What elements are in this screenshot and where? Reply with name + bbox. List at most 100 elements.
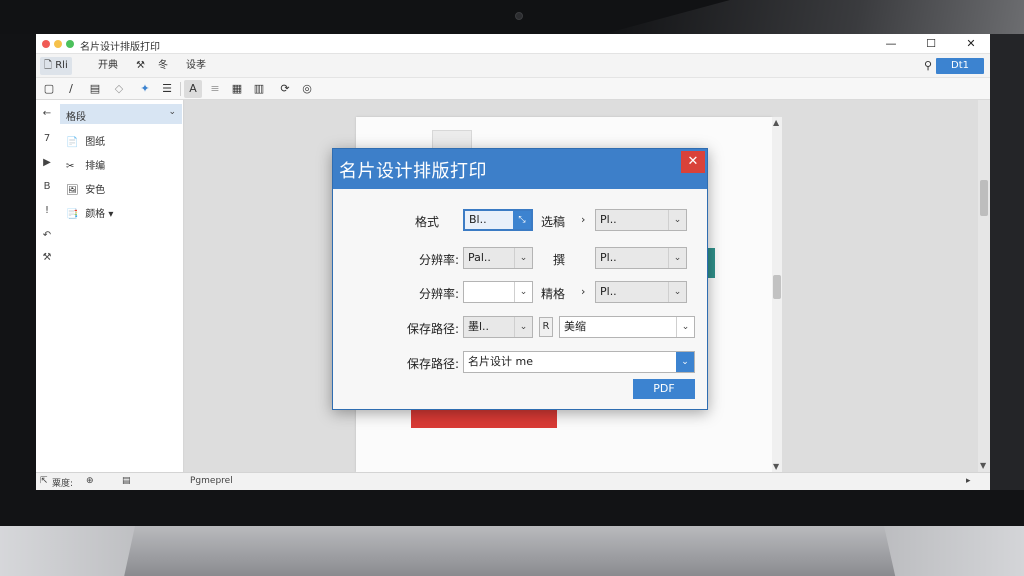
spec-select[interactable]: Pl.. ⌄ <box>595 281 687 303</box>
scroll-up-icon[interactable]: ▲ <box>773 118 779 127</box>
chevron-down-icon[interactable]: ⌄ <box>676 317 694 337</box>
workspace-scrollbar[interactable]: ▼ <box>978 100 990 472</box>
option-select[interactable]: Pl.. ⌄ <box>595 247 687 269</box>
sidebar-item-label: 颜格 ▾ <box>85 209 114 220</box>
menu-item-label: Rli <box>55 60 68 71</box>
menu-item-file[interactable]: 🗋 Rli <box>40 57 72 75</box>
print-layout-dialog: 名片设计排版打印 ✕ 格式 Bl.. ⤡ 选稿 › Pl.. ⌄ 分辨率: Pa… <box>332 148 708 410</box>
expand-icon[interactable]: ⤡ <box>513 211 531 229</box>
monitor-bezel-right <box>990 34 1024 494</box>
chevron-down-icon[interactable]: ⌄ <box>668 210 686 230</box>
table-icon[interactable]: ▥ <box>250 80 268 98</box>
page-scrollbar-thumb[interactable] <box>773 275 781 299</box>
chevron-down-icon[interactable]: ⌄ <box>514 282 532 302</box>
login-button[interactable]: Dt1 <box>936 58 984 74</box>
monitor-bezel-left <box>0 34 36 494</box>
source-select[interactable]: Pl.. ⌄ <box>595 209 687 231</box>
grid-icon[interactable]: ▦ <box>228 80 246 98</box>
resolution-label: 分辨率: <box>418 287 459 301</box>
scroll-down-icon[interactable]: ▼ <box>980 461 986 470</box>
menu-item-view[interactable]: 冬 <box>154 57 172 75</box>
pages-icon: 📑 <box>66 209 79 220</box>
browse-button[interactable]: R <box>539 317 553 337</box>
menu-item-settings[interactable]: 设孝 <box>182 57 210 75</box>
minimize-button[interactable]: — <box>880 36 902 52</box>
status-page-label: Pgmeprel <box>190 476 233 486</box>
sidebar-item-layout[interactable]: ✂ 排编 <box>66 157 105 172</box>
back-arrow-icon[interactable]: ← <box>36 108 58 119</box>
chevron-down-icon[interactable]: ⌄ <box>676 352 694 372</box>
monitor-stand-right <box>884 526 1024 576</box>
text-icon[interactable]: A <box>184 80 202 98</box>
expand-arrow-icon[interactable]: ▶ <box>36 157 58 168</box>
document-icon[interactable]: ▤ <box>86 80 104 98</box>
chevron-right-icon: › <box>581 213 586 226</box>
toolbar: ▢ ∕ ▤ ◇ ✦ ☰ A ≡ ▦ ▥ ⟳ ◎ <box>36 78 990 100</box>
sidebar-item-color[interactable]: 🖼 安色 <box>66 181 105 196</box>
undo-icon[interactable]: ↶ <box>36 230 58 241</box>
pin-icon[interactable]: ✦ <box>136 80 154 98</box>
resolution-label: 分辨率: <box>418 253 459 267</box>
dialog-body: 格式 Bl.. ⤡ 选稿 › Pl.. ⌄ 分辨率: Pal.. ⌄ 撰 Pl.… <box>333 189 707 409</box>
sidebar-header[interactable]: 格段 ⌄ <box>60 104 182 124</box>
chevron-down-icon[interactable]: ⌄ <box>514 248 532 268</box>
close-button[interactable]: ✕ <box>960 36 982 52</box>
sidebar-item-paper[interactable]: 📄 图纸 <box>66 133 105 148</box>
chevron-down-icon[interactable]: ⌄ <box>168 107 176 117</box>
tools-icon: ⚒ <box>136 60 145 71</box>
format-label: 格式 <box>414 215 439 229</box>
source-select-value: Pl.. <box>600 213 617 226</box>
format-select[interactable]: Bl.. ⤡ <box>463 209 533 231</box>
style-select[interactable]: 美缩 ⌄ <box>559 316 695 338</box>
align-icon[interactable]: ☰ <box>158 80 176 98</box>
zoom-icon[interactable]: ⊕ <box>86 476 94 486</box>
webcam <box>515 12 523 20</box>
menu-bar: 🗋 Rli 开典 ⚒ 冬 设孝 ⚲ Dt1 <box>36 54 990 78</box>
resolution-select-value: Pal.. <box>468 251 491 264</box>
scroll-right-icon[interactable]: ▸ <box>966 476 971 486</box>
chevron-down-icon[interactable]: ⌄ <box>668 248 686 268</box>
scroll-down-icon[interactable]: ▼ <box>773 462 779 471</box>
pen-icon[interactable]: ∕ <box>62 80 80 98</box>
toolbar-separator <box>180 82 181 96</box>
card-shape-red[interactable] <box>411 408 557 428</box>
close-dot-icon[interactable] <box>42 40 50 48</box>
clock-icon[interactable]: ◎ <box>298 80 316 98</box>
monitor-chin <box>0 490 1024 526</box>
resolution-select-2[interactable]: ⌄ <box>463 281 533 303</box>
chevron-down-icon[interactable]: ⌄ <box>514 317 532 337</box>
image-icon: 🖼 <box>66 185 79 196</box>
format-select-value: Bl.. <box>469 213 487 226</box>
option-select-value: Pl.. <box>600 251 617 264</box>
minimize-dot-icon[interactable] <box>54 40 62 48</box>
paper-icon: 📄 <box>66 137 79 148</box>
zoom-dot-icon[interactable] <box>66 40 74 48</box>
page-icon[interactable]: ▤ <box>122 476 131 486</box>
dialog-title-bar: 名片设计排版打印 ✕ <box>333 149 707 189</box>
save-location-select[interactable]: 墨l.. ⌄ <box>463 316 533 338</box>
chevron-down-icon[interactable]: ⌄ <box>668 282 686 302</box>
sidebar-item-label: 图纸 <box>85 137 106 148</box>
sidebar-item-format[interactable]: 📑 颜格 ▾ <box>66 205 113 220</box>
monitor-stand-left <box>0 526 135 576</box>
new-page-icon[interactable]: ▢ <box>40 80 58 98</box>
diamond-icon[interactable]: ◇ <box>110 80 128 98</box>
maximize-button[interactable]: ☐ <box>920 36 942 52</box>
sidebar-gutter-label: ! <box>44 205 49 216</box>
resolution-select[interactable]: Pal.. ⌄ <box>463 247 533 269</box>
export-pdf-button[interactable]: PDF <box>633 379 695 399</box>
user-icon[interactable]: ⚲ <box>924 59 932 72</box>
style-select-value: 美缩 <box>564 320 586 333</box>
option-label: 撰 <box>552 253 565 267</box>
save-path-value: 名片设计 me <box>468 355 533 368</box>
page-scrollbar[interactable]: ▲ ▼ <box>772 117 782 472</box>
menu-item-tools[interactable]: ⚒ <box>132 57 149 75</box>
save-path-input[interactable]: 名片设计 me ⌄ <box>463 351 695 373</box>
workspace-scrollbar-thumb[interactable] <box>980 180 988 216</box>
menu-item-layout[interactable]: 开典 <box>94 57 122 75</box>
chevron-right-icon: › <box>581 285 586 298</box>
link-icon[interactable]: ⟳ <box>276 80 294 98</box>
list-icon[interactable]: ≡ <box>206 80 224 98</box>
dialog-close-button[interactable]: ✕ <box>681 151 705 173</box>
tools-icon[interactable]: ⚒ <box>36 252 58 263</box>
